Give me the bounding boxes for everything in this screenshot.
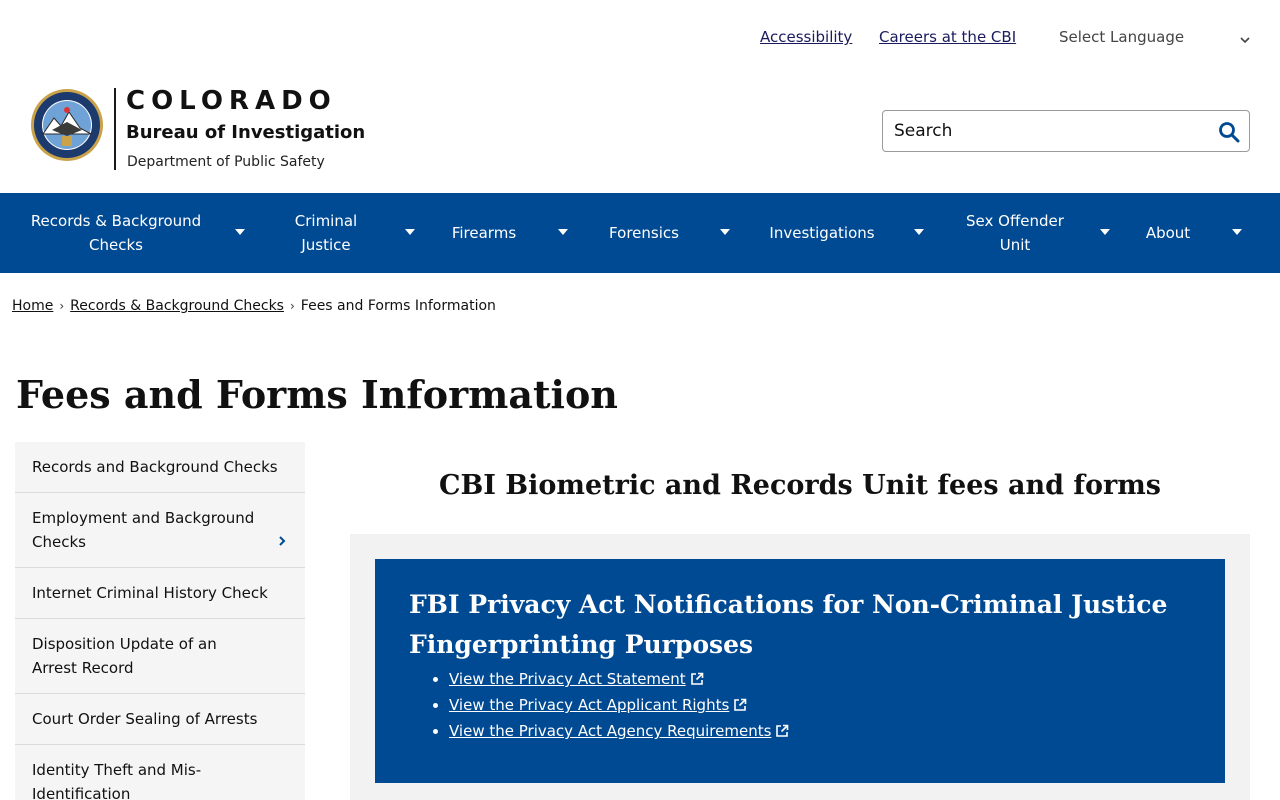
nav-item-firearms[interactable]: Firearms xyxy=(445,193,570,273)
careers-link[interactable]: Careers at the CBI xyxy=(879,28,1016,46)
sidebar-item-label: Disposition Update of an Arrest Record xyxy=(32,635,217,677)
logo-bureau-text: Bureau of Investigation xyxy=(126,122,366,143)
site-logo[interactable]: COLORADO Bureau of Investigation Departm… xyxy=(30,86,370,172)
search-box xyxy=(882,110,1250,152)
nav-item-investigations[interactable]: Investigations xyxy=(765,193,925,273)
logo-colorado-text: COLORADO xyxy=(126,86,337,116)
cbi-seal-logo xyxy=(30,86,104,164)
list-item: View the Privacy Act Statement xyxy=(449,667,1191,693)
external-link-icon xyxy=(775,721,789,745)
privacy-notice-title: FBI Privacy Act Notifications for Non-Cr… xyxy=(409,590,1168,659)
sidebar-item-records[interactable]: Records and Background Checks xyxy=(15,442,305,493)
page-title: Fees and Forms Information xyxy=(16,372,618,417)
nav-item-label: Sex Offender Unit xyxy=(966,212,1064,254)
caret-down-icon[interactable] xyxy=(1100,229,1110,235)
nav-item-label: Records & Background Checks xyxy=(30,212,202,254)
breadcrumb: Home › Records & Background Checks › Fee… xyxy=(12,298,496,314)
caret-down-icon[interactable] xyxy=(720,229,730,235)
breadcrumb-separator: › xyxy=(289,299,295,313)
breadcrumb-records[interactable]: Records & Background Checks xyxy=(70,298,284,314)
sidebar-item-label: Identity Theft and Mis-Identification xyxy=(32,761,202,800)
section-title: CBI Biometric and Records Unit fees and … xyxy=(438,470,1162,501)
sidebar-item-identity-theft[interactable]: Identity Theft and Mis-Identification xyxy=(15,745,305,800)
privacy-notice-box: FBI Privacy Act Notifications for Non-Cr… xyxy=(375,559,1225,783)
caret-down-icon[interactable] xyxy=(1232,229,1242,235)
applicant-rights-link[interactable]: View the Privacy Act Applicant Rights xyxy=(449,696,729,714)
list-item: View the Privacy Act Applicant Rights xyxy=(449,693,1191,719)
nav-item-label: About xyxy=(1145,224,1191,242)
caret-down-icon[interactable] xyxy=(558,229,568,235)
main-nav: Records & Background Checks Criminal Jus… xyxy=(0,193,1280,273)
sidebar-item-label: Employment and Background Checks xyxy=(32,509,255,551)
language-select[interactable]: Select Language xyxy=(1059,28,1251,46)
sidebar-item-label: Records and Background Checks xyxy=(32,458,278,476)
nav-item-records[interactable]: Records & Background Checks xyxy=(20,193,250,273)
nav-item-about[interactable]: About xyxy=(1140,193,1245,273)
logo-department-text: Department of Public Safety xyxy=(127,154,325,170)
breadcrumb-separator: › xyxy=(59,299,65,313)
search-input[interactable] xyxy=(894,120,1204,142)
nav-item-label: Investigations xyxy=(769,224,875,242)
nav-item-criminal-justice[interactable]: Criminal Justice xyxy=(280,193,415,273)
logo-divider xyxy=(114,88,116,170)
sidebar-nav: Records and Background Checks Employment… xyxy=(15,442,305,800)
sidebar-item-internet-check[interactable]: Internet Criminal History Check xyxy=(15,568,305,619)
nav-item-forensics[interactable]: Forensics xyxy=(600,193,730,273)
nav-item-label: Firearms xyxy=(451,224,517,242)
sidebar-item-employment[interactable]: Employment and Background Checks xyxy=(15,493,305,568)
external-link-icon xyxy=(690,669,704,693)
caret-down-icon[interactable] xyxy=(235,229,245,235)
sidebar-item-label: Court Order Sealing of Arrests xyxy=(32,710,258,728)
agency-requirements-link[interactable]: View the Privacy Act Agency Requirements xyxy=(449,722,771,740)
accessibility-link[interactable]: Accessibility xyxy=(760,28,852,46)
caret-down-icon[interactable] xyxy=(405,229,415,235)
privacy-links-list: View the Privacy Act Statement View the … xyxy=(409,667,1191,745)
chevron-down-icon xyxy=(1239,32,1251,50)
sidebar-item-disposition[interactable]: Disposition Update of an Arrest Record xyxy=(15,619,305,694)
breadcrumb-home[interactable]: Home xyxy=(12,298,53,314)
breadcrumb-current: Fees and Forms Information xyxy=(300,298,496,314)
list-item: View the Privacy Act Agency Requirements xyxy=(449,719,1191,745)
search-button[interactable] xyxy=(1217,120,1241,144)
search-icon xyxy=(1219,122,1240,143)
sidebar-item-sealing[interactable]: Court Order Sealing of Arrests xyxy=(15,694,305,745)
nav-item-label: Forensics xyxy=(609,224,679,242)
caret-down-icon[interactable] xyxy=(914,229,924,235)
privacy-statement-link[interactable]: View the Privacy Act Statement xyxy=(449,670,686,688)
utility-bar: Accessibility Careers at the CBI Select … xyxy=(0,0,1280,76)
nav-item-label: Criminal Justice xyxy=(294,212,358,254)
language-select-label: Select Language xyxy=(1059,28,1185,46)
external-link-icon xyxy=(733,695,747,719)
chevron-right-icon[interactable] xyxy=(277,530,287,554)
nav-item-sex-offender-unit[interactable]: Sex Offender Unit xyxy=(955,193,1115,273)
sidebar-item-label: Internet Criminal History Check xyxy=(32,584,268,602)
